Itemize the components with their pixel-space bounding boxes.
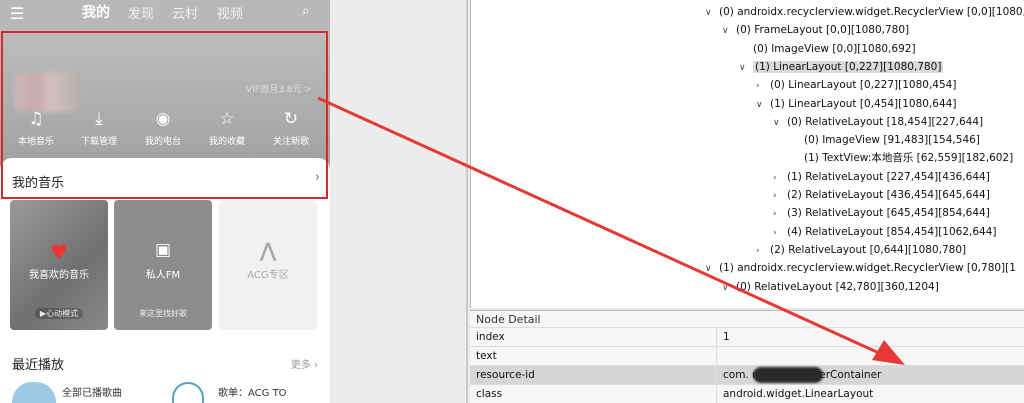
card-label: 私人FM [145, 270, 181, 281]
tree-node[interactable]: ∨ (1) LinearLayout [0,227][1080,780] [739, 58, 944, 77]
chevron-right-icon[interactable]: › [773, 169, 787, 187]
detail-key: index [476, 331, 505, 343]
card-sub: 来这里找好歌 [139, 309, 187, 318]
section-title: 最近播放 [12, 358, 65, 373]
hierarchy-tree[interactable]: ∨ (0) androidx.recyclerview.widget.Recycl… [470, 0, 1024, 308]
card-personal-fm[interactable]: ▣ 私人FM 来这里找好歌 [114, 200, 212, 330]
acg-icon: ⋀ [259, 238, 277, 262]
tree-node-label: (0) ImageView [91,483][154,546] [804, 134, 980, 147]
heart-icon: ♥ [50, 240, 68, 264]
tree-node-label: (0) LinearLayout [0,227][1080,454] [770, 79, 957, 92]
chevron-down-icon[interactable]: ∨ [705, 4, 719, 22]
tab-video[interactable]: 视频 [217, 3, 243, 22]
tree-node[interactable]: ∨ (0) FrameLayout [0,0][1080,780] [722, 21, 909, 39]
card-label: 我喜欢的音乐 [29, 270, 89, 281]
phone-screenshot: ☰ 我的 发现 云村 视频 ⌕ VIP首月3.8元 > ♫ 本地音乐 ⤓ 下载管… [0, 0, 330, 403]
tree-node[interactable]: › (2) RelativeLayout [436,454][645,644] [773, 186, 990, 204]
empty-area [330, 0, 470, 403]
chevron-right-icon[interactable]: › [773, 224, 787, 242]
tree-node-label: (2) RelativeLayout [0,644][1080,780] [770, 243, 967, 256]
detail-key: class [476, 388, 503, 400]
tab-community[interactable]: 云村 [172, 3, 198, 22]
tree-node[interactable]: (0) ImageView [0,0][1080,692] [739, 40, 916, 58]
heart-mode-button[interactable]: ▶心动模式 [34, 308, 84, 319]
tree-node-label: (1) RelativeLayout [227,454][436,644] [787, 170, 990, 183]
detail-row[interactable]: index 1 [470, 327, 1024, 347]
tab-discover[interactable]: 发现 [128, 3, 154, 22]
chevron-down-icon[interactable]: ∨ [722, 22, 736, 40]
splitter[interactable] [466, 0, 468, 403]
tree-node-label: (4) RelativeLayout [854,454][1062,644] [787, 225, 997, 238]
node-detail-panel: Node Detail index 1 text resource-id com… [470, 310, 1024, 403]
tree-node[interactable]: ∨ (1) LinearLayout [0,454][1080,644] [756, 95, 956, 113]
recent-thumb[interactable] [12, 382, 56, 403]
chevron-right-icon[interactable]: › [773, 205, 787, 223]
tree-node[interactable]: ∨ (0) RelativeLayout [18,454][227,644] [773, 113, 983, 131]
card-liked-music[interactable]: ♥ 我喜欢的音乐 ▶心动模式 [10, 200, 108, 330]
chevron-down-icon[interactable]: ∨ [722, 279, 736, 297]
chevron-down-icon[interactable]: ∨ [739, 59, 753, 77]
screen: ☰ 我的 发现 云村 视频 ⌕ VIP首月3.8元 > ♫ 本地音乐 ⤓ 下载管… [0, 0, 1024, 403]
redaction-blob [753, 367, 823, 383]
tab-mine[interactable]: 我的 [82, 2, 110, 22]
music-cards-row: ♥ 我喜欢的音乐 ▶心动模式 ▣ 私人FM 来这里找好歌 ⋀ ACG专区 [0, 200, 330, 336]
tree-node-label: (0) ImageView [0,0][1080,692] [753, 42, 916, 55]
tree-node-label: (2) RelativeLayout [436,454][645,644] [787, 189, 990, 201]
column-divider [716, 366, 717, 385]
card-acg-zone[interactable]: ⋀ ACG专区 [219, 200, 317, 330]
detail-row-selected[interactable]: resource-id com. musicid/centerContainer [470, 365, 1024, 385]
detail-key: resource-id [476, 369, 535, 381]
detail-value: 1 [723, 331, 730, 343]
recent-plays-section: 最近播放 更多 › 全部已播歌曲 歌单：ACG TO [0, 336, 330, 403]
tree-node[interactable]: ∨ (0) androidx.recyclerview.widget.Recycl… [705, 3, 1024, 21]
recent-thumb[interactable] [172, 382, 204, 403]
radio-fm-icon: ▣ [154, 240, 172, 260]
recent-item[interactable]: 全部已播歌曲 [62, 384, 122, 399]
tree-node-label: (0) RelativeLayout [18,454][227,644] [787, 115, 984, 128]
chevron-down-icon[interactable]: ∨ [773, 114, 787, 132]
highlight-box [1, 31, 328, 199]
tree-node[interactable]: › (1) RelativeLayout [227,454][436,644] [773, 168, 990, 186]
chevron-down-icon[interactable]: ∨ [756, 96, 770, 114]
column-divider [716, 328, 717, 347]
chevron-right-icon[interactable]: › [756, 242, 770, 260]
app-top-bar: ☰ 我的 发现 云村 视频 ⌕ [0, 0, 330, 30]
search-icon[interactable]: ⌕ [302, 3, 310, 19]
tree-node-label: (0) RelativeLayout [42,780][360,1204] [736, 280, 939, 293]
tree-node[interactable]: ∨ (0) RelativeLayout [42,780][360,1204] [722, 278, 939, 296]
tree-node-label: (1) androidx.recyclerview.widget.Recycle… [719, 262, 1016, 275]
tree-node-label: (1) LinearLayout [0,227][1080,780] [753, 60, 944, 73]
detail-value: android.widget.LinearLayout [723, 388, 874, 400]
tree-node[interactable]: ∨ (1) androidx.recyclerview.widget.Recycl… [705, 259, 1016, 277]
tree-node[interactable]: (1) TextView:本地音乐 [62,559][182,602] [790, 149, 1013, 167]
tree-node-label: (1) LinearLayout [0,454][1080,644] [770, 97, 957, 110]
detail-row[interactable]: text [470, 346, 1024, 366]
tree-node-label: (1) TextView:本地音乐 [62,559][182,602] [804, 152, 1014, 165]
tree-node-label: (3) RelativeLayout [645,454][854,644] [787, 207, 990, 220]
column-divider [716, 385, 717, 403]
card-label: ACG专区 [247, 270, 289, 281]
chevron-right-icon[interactable]: › [756, 77, 770, 95]
tree-node[interactable]: › (2) RelativeLayout [0,644][1080,780] [756, 241, 966, 259]
chevron-right-icon[interactable]: › [773, 187, 787, 205]
more-link[interactable]: 更多 › [291, 356, 318, 371]
tree-node-label: (0) androidx.recyclerview.widget.Recycle… [719, 6, 1024, 18]
detail-key: text [476, 350, 497, 362]
panel-title: Node Detail [476, 313, 541, 326]
column-divider [716, 347, 717, 366]
tree-node[interactable]: › (0) LinearLayout [0,227][1080,454] [756, 76, 956, 94]
tree-node[interactable]: (0) ImageView [91,483][154,546] [790, 131, 980, 149]
detail-row[interactable]: class android.widget.LinearLayout [470, 384, 1024, 403]
tree-node[interactable]: › (4) RelativeLayout [854,454][1062,644] [773, 223, 997, 241]
card-sub[interactable]: ▶心动模式 [10, 308, 108, 319]
tree-node[interactable]: › (3) RelativeLayout [645,454][854,644] [773, 204, 990, 222]
chevron-down-icon[interactable]: ∨ [705, 260, 719, 278]
hamburger-icon[interactable]: ☰ [10, 4, 24, 23]
tree-node-label: (0) FrameLayout [0,0][1080,780] [736, 24, 910, 37]
recent-item[interactable]: 歌单：ACG TO [218, 384, 287, 399]
